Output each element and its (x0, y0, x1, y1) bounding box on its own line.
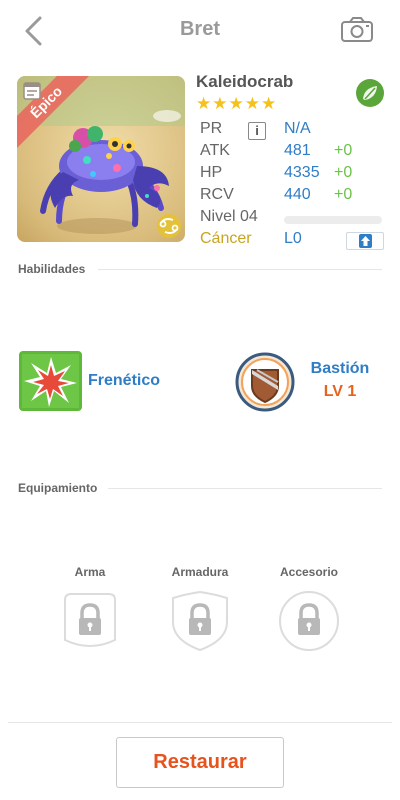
equipment-divider (108, 488, 382, 489)
monster-portrait[interactable]: Épico (17, 76, 185, 242)
star-rating: ★★★★★ (196, 94, 278, 113)
stat-label-rcv: RCV (200, 186, 234, 203)
equipment-section-label: Equipamiento (18, 481, 98, 495)
camera-icon (341, 17, 373, 42)
stat-value-pr: N/A (284, 120, 311, 137)
footer-divider (8, 722, 392, 723)
restore-button[interactable]: Restaurar (116, 737, 284, 788)
arrow-up-icon (359, 234, 372, 248)
upgrade-button[interactable] (346, 232, 384, 250)
accessory-slot[interactable] (278, 590, 340, 652)
bastion-ability-level: LV 1 (323, 383, 357, 400)
abilities-section-label: Habilidades (18, 262, 86, 276)
level-progress-bar (284, 216, 382, 224)
monster-name: Kaleidocrab (196, 72, 294, 91)
weapon-slot[interactable] (59, 590, 121, 652)
cancer-sign-icon (157, 214, 181, 238)
stat-bonus-atk: +0 (334, 142, 353, 159)
accessory-slot-label: Accesorio (279, 565, 339, 579)
bastion-ability-name: Bastión (310, 360, 370, 377)
stat-value-rcv: 440 (284, 186, 311, 203)
stat-label-pr: PR (200, 120, 223, 137)
stat-value-hp: 4335 (284, 164, 320, 181)
level-label: Nivel 04 (200, 208, 258, 225)
armor-slot-label: Armadura (171, 565, 229, 579)
info-button[interactable]: i (248, 122, 266, 140)
weapon-slot-label: Arma (74, 565, 106, 579)
armor-slot[interactable] (169, 590, 231, 652)
stat-bonus-rcv: +0 (334, 186, 353, 203)
calendar-icon (23, 82, 41, 100)
frenetic-ability-icon[interactable] (19, 351, 82, 411)
zodiac-level-value: L0 (284, 230, 302, 247)
leaf-element-icon (355, 78, 385, 108)
header-bar: Bret (0, 0, 400, 62)
stat-bonus-hp: +0 (334, 164, 353, 181)
frenetic-ability-name: Frenético (88, 372, 161, 389)
camera-button[interactable] (340, 16, 374, 44)
bastion-ability-icon[interactable] (235, 352, 295, 412)
stat-label-hp: HP (200, 164, 223, 181)
zodiac-label: Cáncer (200, 230, 252, 247)
stat-label-atk: ATK (200, 142, 230, 159)
stat-value-atk: 481 (284, 142, 311, 159)
abilities-divider (98, 269, 382, 270)
